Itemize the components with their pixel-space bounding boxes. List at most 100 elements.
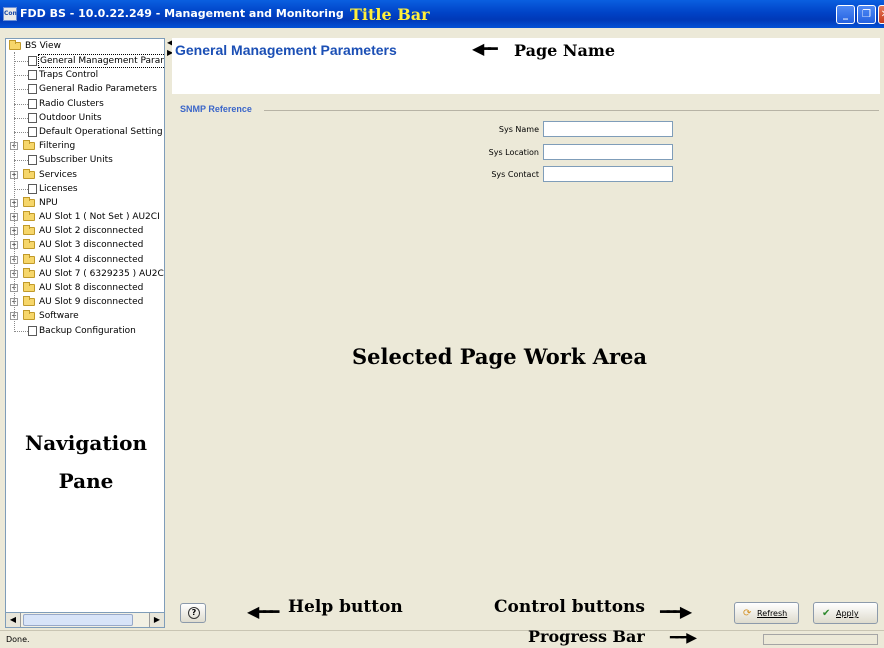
- arrow-right-icon: ━━━▶: [670, 630, 697, 646]
- folder-icon: [23, 282, 35, 292]
- tree-guide-line: [14, 52, 15, 330]
- folder-icon: [23, 239, 35, 250]
- navigation-pane: BS View General Management Paran Traps Co…: [5, 38, 165, 628]
- tree-item-label: AU Slot 9 disconnected: [39, 297, 144, 308]
- tree-item[interactable]: + Filtering: [6, 139, 164, 153]
- status-text: Done.: [6, 635, 30, 644]
- tree-item[interactable]: Outdoor Units: [6, 111, 164, 125]
- folder-icon: [23, 140, 35, 151]
- tree-item-label: Default Operational Setting: [39, 126, 163, 137]
- folder-icon: [23, 296, 35, 307]
- tree-item[interactable]: Radio Clusters: [6, 97, 164, 111]
- tree-item[interactable]: + AU Slot 4 disconnected: [6, 253, 164, 267]
- folder-icon: [23, 168, 35, 179]
- apply-label: Apply: [836, 609, 859, 618]
- tree-item[interactable]: + Services: [6, 168, 164, 182]
- tree-item[interactable]: Backup Configuration: [6, 324, 164, 338]
- annotation-title-bar: Title Bar: [350, 5, 430, 24]
- tree-item[interactable]: Subscriber Units: [6, 153, 164, 167]
- annotation-help-button: Help button: [288, 597, 403, 617]
- close-button[interactable]: ✕: [878, 5, 884, 24]
- tree-connector: [14, 117, 28, 119]
- button-bar: ? ◀━━━ Help button Control buttons ━━━▶ …: [172, 597, 880, 628]
- tree-connector: [14, 61, 28, 62]
- tree-item-label: Licenses: [39, 183, 78, 194]
- apply-button[interactable]: ✔ Apply: [813, 602, 878, 624]
- tree-item[interactable]: + AU Slot 8 disconnected: [6, 281, 164, 295]
- tree-item-label: AU Slot 2 disconnected: [39, 226, 144, 237]
- sys-contact-field[interactable]: [543, 166, 673, 182]
- tree-item-label: Subscriber Units: [39, 155, 113, 166]
- tree-item-label: AU Slot 3 disconnected: [39, 240, 144, 251]
- tree-connector: [14, 103, 28, 105]
- sys-location-field[interactable]: [543, 144, 673, 160]
- folder-icon: [23, 310, 35, 321]
- navigation-tree: BS View General Management Paran Traps Co…: [6, 39, 164, 338]
- page-icon: [28, 84, 37, 95]
- tree-connector: [14, 75, 28, 77]
- horizontal-scrollbar[interactable]: ◀ ▶: [5, 612, 165, 628]
- page-icon: [28, 56, 37, 66]
- tree-item-label: Filtering: [39, 141, 76, 152]
- tree-item[interactable]: Licenses: [6, 182, 164, 196]
- page-icon: [28, 70, 37, 81]
- tree-item[interactable]: + NPU: [6, 196, 164, 210]
- tree-item[interactable]: + Software: [6, 309, 164, 323]
- folder-icon: [23, 196, 35, 207]
- folder-icon: [23, 211, 35, 222]
- tree-item[interactable]: Traps Control: [6, 68, 164, 82]
- refresh-button[interactable]: ⟳ Refresh: [734, 602, 799, 624]
- tree-connector: [14, 89, 28, 91]
- refresh-label: Refresh: [757, 609, 788, 618]
- snmp-reference-group-title: SNMP Reference: [180, 104, 256, 114]
- open-folder-icon: [9, 40, 21, 50]
- folder-icon: [23, 267, 35, 278]
- tree-item-label: General Management Paran: [38, 54, 165, 68]
- tree-item-label: AU Slot 1 ( Not Set ) AU2CI: [39, 212, 160, 223]
- app-icon[interactable]: Con: [3, 7, 17, 21]
- tree-item-label: AU Slot 7 ( 6329235 ) AU2C: [39, 268, 164, 279]
- window-title: FDD BS - 10.0.22.249 - Management and Mo…: [20, 7, 344, 20]
- tree-item[interactable]: + AU Slot 7 ( 6329235 ) AU2C: [6, 267, 164, 281]
- scroll-left-button[interactable]: ◀: [6, 613, 21, 627]
- tree-item-label: Radio Clusters: [39, 98, 104, 109]
- annotation-work-area: Selected Page Work Area: [352, 344, 648, 369]
- scroll-right-button[interactable]: ▶: [149, 613, 164, 627]
- tree-item[interactable]: General Radio Parameters: [6, 82, 164, 96]
- page-icon: [28, 98, 37, 109]
- help-button[interactable]: ?: [180, 603, 206, 623]
- maximize-button[interactable]: ❐: [857, 5, 876, 24]
- tree-item[interactable]: + AU Slot 3 disconnected: [6, 238, 164, 252]
- tree-item[interactable]: + AU Slot 1 ( Not Set ) AU2CI: [6, 210, 164, 224]
- sys-name-label: Sys Name: [498, 125, 539, 134]
- scroll-thumb[interactable]: [23, 614, 133, 626]
- tree-item-label: NPU: [39, 197, 58, 208]
- tree-item-label: AU Slot 8 disconnected: [39, 283, 144, 293]
- tree-item-label: General Radio Parameters: [39, 84, 157, 95]
- work-area: SNMP Reference Sys Name Sys Location Sys…: [172, 94, 880, 594]
- tree-item[interactable]: + AU Slot 2 disconnected: [6, 224, 164, 238]
- annotation-navigation-line2: Pane: [58, 469, 114, 493]
- group-divider: [264, 110, 879, 111]
- annotation-page-name: Page Name: [514, 41, 616, 60]
- help-icon: ?: [188, 607, 200, 619]
- tree-item[interactable]: General Management Paran: [6, 54, 164, 68]
- page-header: General Management Parameters ◀━━ Page N…: [172, 38, 880, 94]
- annotation-progress-bar: Progress Bar: [528, 627, 645, 646]
- checkmark-icon: ✔: [822, 608, 831, 619]
- page-icon: [28, 126, 37, 137]
- sys-name-field[interactable]: [543, 121, 673, 137]
- folder-icon: [23, 225, 35, 236]
- tree-item-label: Services: [39, 169, 77, 180]
- arrow-left-icon: ◀━━━: [247, 602, 279, 621]
- tree-root[interactable]: BS View: [6, 39, 164, 54]
- tree-item[interactable]: Default Operational Setting: [6, 125, 164, 139]
- arrow-left-icon: ◀━━: [472, 39, 498, 58]
- tree-root-label: BS View: [25, 41, 61, 51]
- sys-location-label: Sys Location: [488, 148, 539, 157]
- minimize-button[interactable]: _: [836, 5, 855, 24]
- annotation-navigation-line1: Navigation: [24, 431, 148, 455]
- tree-connector: [14, 160, 28, 162]
- tree-item[interactable]: + AU Slot 9 disconnected: [6, 295, 164, 309]
- title-bar[interactable]: Con FDD BS - 10.0.22.249 - Management an…: [0, 0, 884, 28]
